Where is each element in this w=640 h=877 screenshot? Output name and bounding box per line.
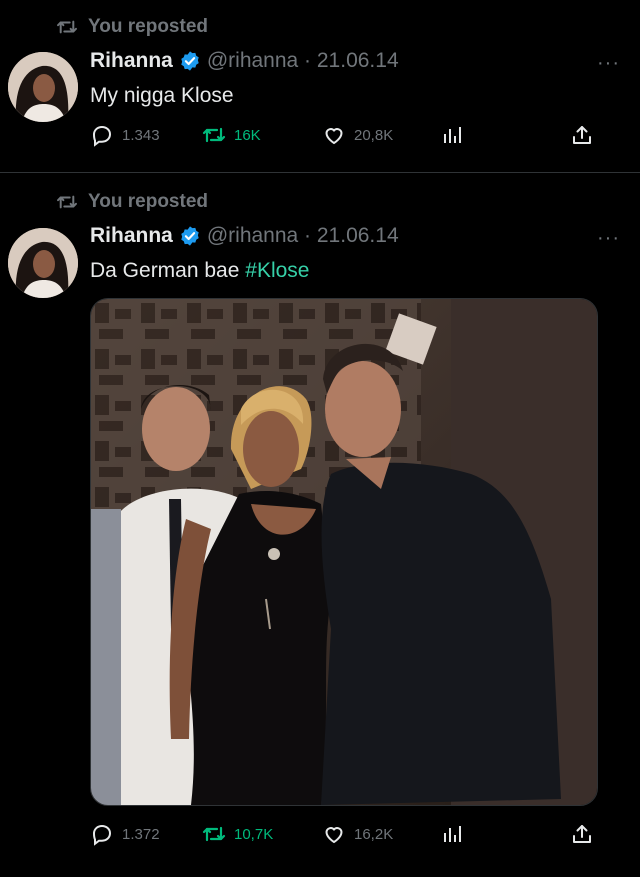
action-bar: 1.372 10,7K 16,2K	[90, 822, 605, 852]
repost-icon	[57, 20, 77, 34]
avatar-image	[8, 52, 78, 122]
views-button[interactable]	[440, 822, 464, 846]
display-name[interactable]: Rihanna	[90, 49, 173, 73]
repost-icon	[202, 127, 226, 143]
reply-count: 1.372	[122, 825, 160, 843]
tweet-header: Rihanna @rihanna · 21.06.14	[90, 224, 399, 248]
avatar-image	[8, 228, 78, 298]
repost-label: You reposted	[88, 191, 208, 212]
reply-icon	[92, 125, 112, 147]
tweet-text: Da German bae #Klose	[90, 259, 309, 283]
reply-button[interactable]: 1.343	[90, 123, 160, 147]
like-icon	[325, 827, 343, 844]
tweet-text-body: Da German bae	[90, 259, 240, 282]
like-icon	[325, 128, 343, 145]
like-button[interactable]: 16,2K	[322, 822, 393, 846]
avatar[interactable]	[8, 52, 78, 122]
like-button[interactable]: 20,8K	[322, 123, 393, 147]
tweet-header: Rihanna @rihanna · 21.06.14	[90, 49, 399, 73]
hashtag-link[interactable]: #Klose	[245, 259, 309, 282]
share-icon	[573, 825, 591, 843]
more-icon[interactable]: ···	[597, 52, 620, 75]
handle-and-date[interactable]: @rihanna · 21.06.14	[207, 49, 399, 73]
repost-indicator: You reposted	[56, 16, 208, 38]
repost-count: 16K	[234, 126, 261, 144]
like-count: 16,2K	[354, 825, 394, 843]
repost-indicator: You reposted	[56, 191, 208, 213]
repost-button[interactable]: 10,7K	[202, 822, 273, 846]
share-button[interactable]	[570, 123, 594, 147]
repost-count: 10,7K	[234, 825, 274, 843]
like-count: 20,8K	[354, 126, 394, 144]
display-name[interactable]: Rihanna	[90, 224, 173, 248]
repost-icon	[57, 195, 77, 209]
handle-and-date[interactable]: @rihanna · 21.06.14	[207, 224, 399, 248]
tweet-1[interactable]: You reposted Rihanna @rihanna · 21.06.14…	[0, 0, 640, 172]
repost-label: You reposted	[88, 16, 208, 37]
action-bar: 1.343 16K 20,8K	[90, 123, 605, 153]
share-button[interactable]	[570, 822, 594, 846]
photo-people	[91, 299, 597, 805]
views-button[interactable]	[440, 123, 464, 147]
avatar[interactable]	[8, 228, 78, 298]
repost-icon	[202, 826, 226, 842]
repost-button[interactable]: 16K	[202, 123, 261, 147]
reply-icon	[92, 824, 112, 846]
tweet-photo[interactable]	[90, 298, 598, 806]
reply-count: 1.343	[122, 126, 160, 144]
verified-icon	[181, 51, 199, 71]
views-icon	[444, 127, 461, 143]
share-icon	[573, 126, 591, 144]
more-icon[interactable]: ···	[597, 227, 620, 250]
tweet-2[interactable]: You reposted Rihanna @rihanna · 21.06.14…	[0, 172, 640, 877]
tweet-text: My nigga Klose	[90, 84, 234, 107]
verified-icon	[181, 226, 199, 246]
views-icon	[444, 826, 461, 842]
reply-button[interactable]: 1.372	[90, 822, 160, 846]
